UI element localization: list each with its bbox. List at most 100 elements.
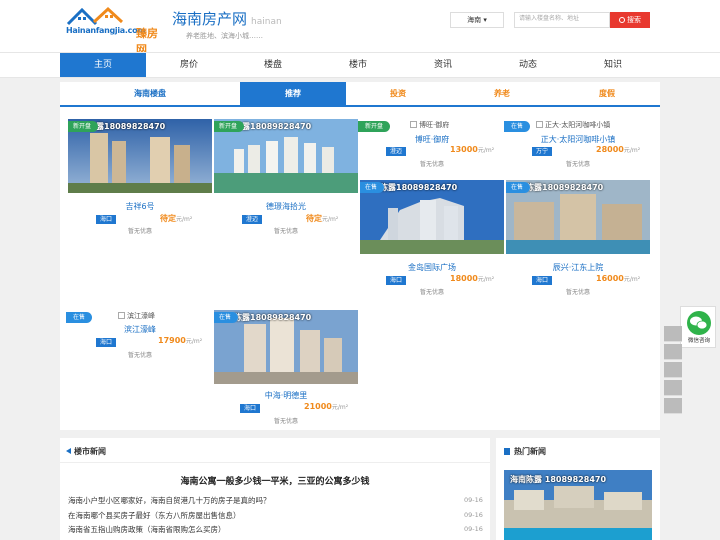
nav-knowledge[interactable]: 知识	[570, 53, 656, 77]
price-value: 21000	[304, 402, 332, 411]
listing-photo[interactable]: 陈露18089828470 新开盘	[214, 119, 358, 193]
price-value: 13000	[450, 145, 478, 154]
status-badge: 新开盘	[214, 121, 245, 132]
tab-vacation[interactable]: 度假	[554, 82, 660, 105]
wechat-consult-button[interactable]: 微信咨询	[680, 306, 716, 348]
listing-name[interactable]: 正大·太阳河咖啡小镇	[506, 134, 650, 145]
broken-image-icon	[410, 121, 417, 128]
tab-recommended[interactable]: 推荐	[240, 82, 346, 105]
search-button[interactable]: 搜索	[610, 12, 650, 28]
promo-text: 暂无优惠	[565, 161, 590, 168]
news-heading-text: 楼市新闻	[74, 447, 106, 456]
property-tabs: 海南楼盘 推荐 投资 养老 度假	[60, 82, 660, 107]
listing-name[interactable]: 滨江濠峰	[68, 324, 212, 335]
listing-price: 待定元/m²	[160, 213, 192, 224]
promo-text: 暂无优惠	[127, 352, 152, 359]
chart-icon[interactable]	[664, 326, 682, 342]
broken-image[interactable]: 正大·太阳河咖啡小镇	[536, 120, 610, 130]
nav-news[interactable]: 资讯	[400, 53, 486, 77]
listing-name[interactable]: 吉祥6号	[68, 201, 212, 212]
photo-watermark: 海南陈露 18089828470	[510, 475, 607, 484]
news-item[interactable]: 海南省五指山购房政策（海南省限购怎么买房）	[68, 524, 226, 535]
region-tag: 澄迈	[242, 215, 263, 224]
promo-text: 暂无优惠	[419, 289, 444, 296]
logo-domain: Hainanfangjia.com	[66, 26, 146, 35]
site-slogan: 养老胜地、滨海小城……	[186, 32, 263, 40]
status-badge: 在售	[214, 312, 239, 323]
qrcode-icon[interactable]	[664, 344, 682, 360]
wechat-icon	[687, 311, 711, 335]
back-to-top-icon[interactable]	[664, 398, 682, 414]
listing-price: 13000元/m²	[450, 145, 494, 154]
main-nav: 主页 房价 楼盘 楼市 资讯 动态 知识	[0, 52, 720, 78]
region-tag: 海口	[96, 338, 117, 347]
listing-name[interactable]: 博旺·御府	[360, 134, 504, 145]
photo-watermark: 陈露18089828470	[526, 183, 604, 192]
listing-price: 28000元/m²	[596, 145, 640, 154]
hot-news-image[interactable]: 海南陈露 18089828470	[504, 470, 652, 540]
broken-image-alt: 博旺·御府	[419, 121, 450, 129]
wechat-label: 微信咨询	[687, 338, 710, 344]
price-value: 待定	[306, 214, 322, 223]
site-logo[interactable]: Hainanfangjia.com 臻房网	[64, 6, 164, 56]
region-tag: 海口	[96, 215, 117, 224]
listing-photo[interactable]: 陈露18089828470 在售	[360, 180, 504, 254]
listing-photo[interactable]: 陈露18089828470 新开盘	[68, 119, 212, 193]
market-news-panel: 楼市新闻 海南公寓一般多少钱一平米，三亚的公寓多少钱 海南小户型小区哪家好，海南…	[60, 438, 490, 540]
broken-image-alt: 滨江濠峰	[127, 312, 155, 320]
nav-properties[interactable]: 楼盘	[230, 53, 316, 77]
news-item[interactable]: 海南小户型小区哪家好，海南自贸港几十万的房子是真的吗？	[68, 495, 271, 506]
price-value: 待定	[160, 214, 176, 223]
broken-image-icon	[118, 312, 125, 319]
price-value: 18000	[450, 274, 478, 283]
region-tag: 海口	[240, 404, 261, 413]
site-header: Hainanfangjia.com 臻房网 海南房产网 hainan 养老胜地、滨…	[0, 0, 720, 56]
listing-name[interactable]: 辰兴·江东上院	[506, 262, 650, 273]
phone-icon	[504, 448, 510, 455]
site-pinyin: hainan	[251, 17, 282, 27]
status-badge: 在售	[360, 182, 385, 193]
price-unit: 元/m²	[477, 276, 495, 283]
price-unit: 元/m²	[623, 147, 641, 154]
calculator-icon[interactable]	[664, 380, 682, 396]
search-button-label: 搜索	[627, 16, 641, 24]
site-title-text: 海南房产网	[172, 10, 248, 28]
nav-home[interactable]: 主页	[60, 53, 146, 77]
listing-price: 17900元/m²	[158, 336, 202, 345]
nav-updates[interactable]: 动态	[485, 53, 571, 77]
divider	[60, 462, 490, 463]
house-logo-icon	[66, 6, 124, 26]
broken-image[interactable]: 博旺·御府	[410, 120, 449, 130]
photo-watermark: 陈露18089828470	[234, 122, 312, 131]
region-tag: 海口	[532, 276, 553, 285]
tab-retirement[interactable]: 养老	[450, 82, 554, 105]
promo-text: 暂无优惠	[419, 161, 444, 168]
listing-name[interactable]: 金岛国际广场	[360, 262, 504, 273]
price-value: 17900	[158, 336, 186, 345]
nav-price[interactable]: 房价	[146, 53, 232, 77]
photo-watermark: 陈露18089828470	[234, 313, 312, 322]
listing-photo[interactable]: 陈露18089828470 在售	[214, 310, 358, 384]
news-date: 09-16	[464, 511, 483, 519]
news-headline[interactable]: 海南公寓一般多少钱一平米，三亚的公寓多少钱	[60, 474, 490, 487]
tab-investment[interactable]: 投资	[346, 82, 450, 105]
broken-image[interactable]: 滨江濠峰	[118, 311, 155, 321]
promo-text: 暂无优惠	[273, 228, 298, 235]
nav-market[interactable]: 楼市	[315, 53, 401, 77]
city-select-value: 海南	[467, 16, 482, 24]
search-icon	[619, 17, 625, 23]
promo-text: 暂无优惠	[273, 418, 298, 425]
search-input[interactable]: 请输入楼盘名称、地址	[514, 12, 610, 28]
listing-name[interactable]: 中海·明德里	[214, 390, 358, 401]
weibo-icon[interactable]	[664, 362, 682, 378]
broken-image-icon	[536, 121, 543, 128]
status-badge: 在售	[504, 121, 531, 132]
photo-watermark: 陈露18089828470	[380, 183, 458, 192]
listing-photo[interactable]: 陈露18089828470 在售	[506, 180, 650, 254]
hot-news-panel: 热门新闻 海南陈露 18089828470	[496, 438, 660, 540]
region-tag: 万宁	[532, 147, 553, 156]
city-select[interactable]: 海南 ▾	[450, 12, 504, 28]
news-item[interactable]: 在海南哪个县买房子最好（东方八所房屋出售信息）	[68, 510, 241, 521]
photo-watermark: 陈露18089828470	[88, 122, 166, 131]
listing-name[interactable]: 德璟海拾光	[214, 201, 358, 212]
